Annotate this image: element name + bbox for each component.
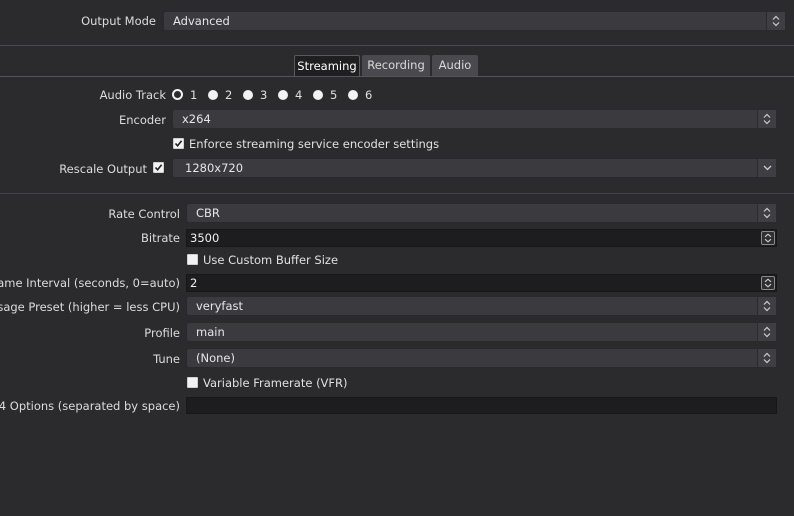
output-mode-value: Advanced <box>173 14 230 28</box>
tab-recording[interactable]: Recording <box>362 55 430 76</box>
encoder-label: Encoder <box>118 113 166 127</box>
cpu-preset-label: CPU Usage Preset (higher = less CPU) <box>0 300 180 314</box>
rescale-output-label: Rescale Output <box>59 162 147 176</box>
bitrate-spinbox[interactable]: 3500 <box>186 229 777 247</box>
updown-chevron-icon <box>757 204 776 222</box>
updown-chevron-icon <box>757 110 776 128</box>
tabs-baseline <box>0 76 794 77</box>
audio-track-label-6: 6 <box>365 88 373 102</box>
tab-audio[interactable]: Audio <box>432 55 478 76</box>
audio-track-label-3: 3 <box>260 88 268 102</box>
rescale-output-checkbox[interactable] <box>153 162 164 173</box>
output-mode-combo[interactable]: Advanced <box>163 11 786 31</box>
output-mode-label: Output Mode <box>81 14 156 28</box>
encoder-value: x264 <box>182 112 211 126</box>
audio-track-radio-6[interactable] <box>348 90 358 100</box>
profile-value: main <box>196 325 225 339</box>
bitrate-label: Bitrate <box>141 231 180 245</box>
enforce-settings-checkbox[interactable] <box>173 138 184 149</box>
chevron-down-icon <box>757 159 776 177</box>
encoder-section-divider <box>0 193 794 194</box>
updown-chevron-icon <box>757 349 776 367</box>
rescale-resolution-combo[interactable]: 1280x720 <box>172 158 777 178</box>
tab-streaming[interactable]: Streaming <box>294 55 360 76</box>
tune-combo[interactable]: (None) <box>186 348 777 368</box>
updown-chevron-icon <box>766 12 785 30</box>
bitrate-value: 3500 <box>190 231 220 245</box>
rate-control-value: CBR <box>196 206 220 220</box>
audio-track-radio-2[interactable] <box>208 90 218 100</box>
audio-track-label-2: 2 <box>225 88 233 102</box>
updown-chevron-icon <box>757 323 776 341</box>
checkmark-icon <box>154 164 163 172</box>
x264-options-label: x264 Options (separated by space) <box>0 399 180 413</box>
custom-buffer-label: Use Custom Buffer Size <box>203 253 339 267</box>
audio-track-radio-5[interactable] <box>313 90 323 100</box>
vfr-checkbox[interactable] <box>187 377 198 388</box>
audio-track-label-5: 5 <box>330 88 338 102</box>
cpu-preset-combo[interactable]: veryfast <box>186 296 777 316</box>
keyframe-interval-spinbox[interactable]: 2 <box>186 274 777 292</box>
profile-combo[interactable]: main <box>186 322 777 342</box>
keyframe-interval-value: 2 <box>190 276 198 290</box>
rescale-resolution-value: 1280x720 <box>185 161 244 175</box>
tune-value: (None) <box>196 351 235 365</box>
audio-track-radio-4[interactable] <box>278 90 288 100</box>
header-divider <box>0 45 794 46</box>
updown-chevron-icon <box>757 297 776 315</box>
cpu-preset-value: veryfast <box>196 299 244 313</box>
x264-options-input[interactable] <box>186 397 777 414</box>
audio-track-radio-1[interactable] <box>172 89 183 100</box>
updown-chevron-icon[interactable] <box>761 276 775 290</box>
audio-track-label: Audio Track <box>99 88 166 102</box>
checkmark-icon <box>174 140 183 148</box>
encoder-combo[interactable]: x264 <box>172 109 777 129</box>
audio-track-label-4: 4 <box>295 88 303 102</box>
rate-control-combo[interactable]: CBR <box>186 203 777 223</box>
vfr-label: Variable Framerate (VFR) <box>203 376 348 390</box>
keyframe-interval-label: Keyframe Interval (seconds, 0=auto) <box>0 276 180 290</box>
profile-label: Profile <box>144 326 180 340</box>
audio-track-label-1: 1 <box>190 88 198 102</box>
audio-track-radio-3[interactable] <box>243 90 253 100</box>
rate-control-label: Rate Control <box>108 207 180 221</box>
custom-buffer-checkbox[interactable] <box>187 254 198 265</box>
updown-chevron-icon[interactable] <box>761 231 775 245</box>
tune-label: Tune <box>153 352 180 366</box>
enforce-settings-label: Enforce streaming service encoder settin… <box>189 137 440 151</box>
